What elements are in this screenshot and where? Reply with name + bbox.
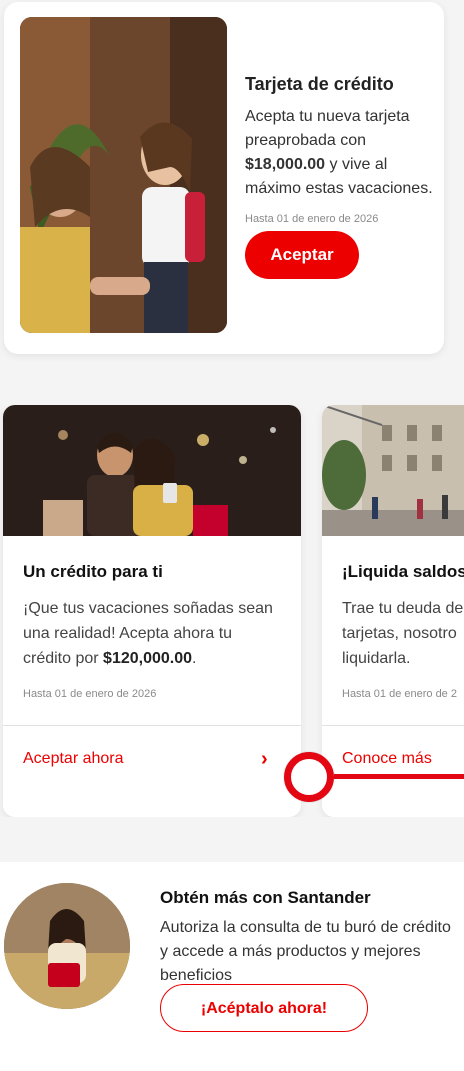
credit-card-offer-content: Tarjeta de crédito Acepta tu nueva tarje… (245, 74, 435, 279)
credit-card-offer-description: Acepta tu nueva tarjeta preaprobada con … (245, 105, 435, 201)
pay-balances-title: ¡Liquida saldos (342, 562, 464, 581)
tap-trail-indicator (334, 774, 464, 779)
accept-bureau-consult-button[interactable]: ¡Acéptalo ahora! (160, 984, 368, 1032)
street-photo (322, 405, 464, 536)
personal-credit-line-3: crédito por $120,000.00. (23, 646, 281, 671)
pay-balances-line-1: Trae tu deuda de (342, 600, 464, 617)
tap-indicator (284, 752, 334, 802)
personal-credit-card: Un crédito para ti ¡Que tus vacaciones s… (3, 405, 301, 817)
offer-text-before: Acepta tu nueva tarjeta preaprobada con (245, 108, 410, 149)
accept-now-link[interactable]: Aceptar ahora (23, 750, 124, 768)
pay-balances-card: ¡Liquida saldos Trae tu deuda de tarjeta… (322, 405, 464, 817)
mother-daughter-photo (20, 17, 227, 333)
santander-offer-title: Obtén más con Santander (160, 888, 371, 907)
card-divider (3, 725, 301, 726)
pay-balances-expiry: Hasta 01 de enero de 2 (342, 688, 457, 700)
credit-card-offer-expiry: Hasta 01 de enero de 2026 (245, 213, 379, 225)
offer-amount: $18,000.00 (245, 156, 326, 173)
credit-amount: $120,000.00 (103, 650, 193, 667)
personal-credit-title: Un crédito para ti (23, 562, 163, 581)
woman-with-tablet-photo (4, 883, 130, 1009)
personal-credit-line-2: una realidad! Acepta ahora tu (23, 625, 233, 642)
pay-balances-line-3: liquidarla. (342, 650, 411, 667)
credit-card-offer-title: Tarjeta de crédito (245, 74, 394, 94)
accept-card-button[interactable]: Aceptar (245, 231, 359, 279)
personal-credit-line-1: ¡Que tus vacaciones soñadas sean (23, 600, 273, 617)
offers-carousel[interactable]: Un crédito para ti ¡Que tus vacaciones s… (0, 405, 464, 817)
pay-balances-description: Trae tu deuda de tarjetas, nosotro liqui… (342, 596, 464, 671)
santander-offer-content: Obtén más con Santander Autoriza la cons… (160, 888, 460, 988)
credit-text-suffix: . (192, 650, 197, 667)
personal-credit-description: ¡Que tus vacaciones soñadas sean una rea… (23, 596, 281, 671)
pay-balances-line-2: tarjetas, nosotro (342, 625, 457, 642)
credit-text-prefix: crédito por (23, 650, 104, 667)
couple-shopping-photo (3, 405, 301, 536)
chevron-right-icon[interactable]: › (261, 748, 268, 771)
card-divider (322, 725, 464, 726)
santander-offer-description: Autoriza la consulta de tu buró de crédi… (160, 919, 451, 984)
credit-card-offer-card: Tarjeta de crédito Acepta tu nueva tarje… (4, 2, 444, 354)
santander-offer-section: Obtén más con Santander Autoriza la cons… (0, 862, 464, 1071)
learn-more-link[interactable]: Conoce más (342, 750, 432, 768)
personal-credit-expiry: Hasta 01 de enero de 2026 (23, 688, 157, 700)
